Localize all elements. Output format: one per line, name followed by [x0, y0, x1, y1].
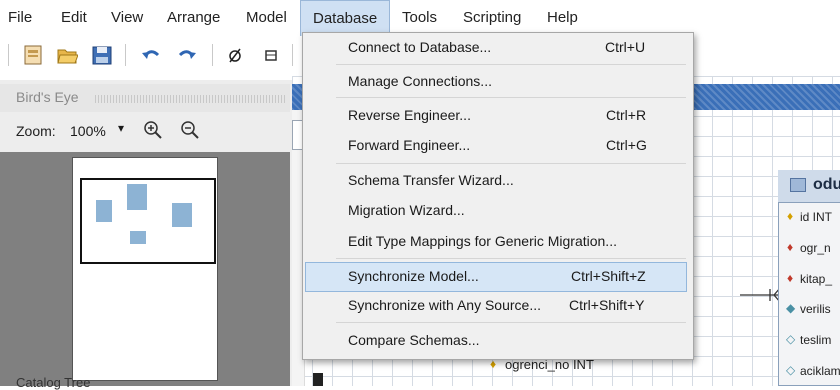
- menu-item-manage-connections[interactable]: Manage Connections...: [348, 73, 492, 89]
- null-toggle-icon[interactable]: [224, 44, 246, 66]
- overview-viewport[interactable]: [80, 178, 216, 264]
- menu-item-forward-engineer[interactable]: Forward Engineer...: [348, 137, 470, 153]
- menu-view[interactable]: View: [111, 0, 143, 36]
- toolbar-separator: [8, 44, 9, 66]
- table-icon[interactable]: [260, 44, 282, 66]
- menu-divider: [336, 322, 686, 323]
- undo-icon[interactable]: [140, 44, 162, 66]
- table-icon: [790, 178, 806, 192]
- panel-grip[interactable]: [95, 95, 285, 103]
- menu-item-connect-to-database[interactable]: Connect to Database...: [348, 39, 491, 55]
- toolbar-separator: [212, 44, 213, 66]
- menu-divider: [336, 163, 686, 164]
- menu-divider: [336, 258, 686, 259]
- menu-item-compare-schemas[interactable]: Compare Schemas...: [348, 332, 480, 348]
- table-column[interactable]: id INT: [800, 210, 832, 224]
- zoom-in-icon[interactable]: [143, 120, 163, 140]
- menu-divider: [336, 97, 686, 98]
- menu-item-schema-transfer-wizard[interactable]: Schema Transfer Wizard...: [348, 172, 514, 188]
- primary-key-icon: ♦: [787, 209, 794, 223]
- shortcut-label: Ctrl+Shift+Y: [569, 297, 645, 313]
- shortcut-label: Ctrl+G: [606, 137, 647, 153]
- table-column[interactable]: aciklam: [800, 364, 840, 378]
- shortcut-label: Ctrl+R: [606, 107, 647, 123]
- menu-item-edit-type-mappings[interactable]: Edit Type Mappings for Generic Migration…: [348, 233, 617, 249]
- entity-table-name: odu: [813, 176, 840, 193]
- menu-item-reverse-engineer[interactable]: Reverse Engineer...: [348, 107, 471, 123]
- birds-eye-title: Bird's Eye: [16, 89, 79, 105]
- table-column[interactable]: ogr_n: [800, 241, 831, 255]
- chevron-down-icon[interactable]: ▾: [118, 121, 124, 135]
- foreign-key-icon: ♦: [787, 271, 794, 285]
- menu-database[interactable]: Database: [300, 0, 391, 36]
- table-column[interactable]: kitap_: [800, 272, 832, 286]
- table-column[interactable]: teslim: [800, 333, 831, 347]
- zoom-select[interactable]: 100%: [70, 123, 106, 139]
- toolbar-separator: [125, 44, 126, 66]
- shortcut-label: Ctrl+Shift+Z: [571, 268, 646, 284]
- menu-scripting[interactable]: Scripting: [463, 0, 521, 36]
- menu-divider: [336, 64, 686, 65]
- toolbar-separator: [292, 44, 293, 66]
- menu-model[interactable]: Model: [246, 0, 287, 36]
- lock-icon[interactable]: [313, 373, 323, 386]
- shortcut-label: Ctrl+U: [605, 39, 646, 55]
- menu-help[interactable]: Help: [547, 0, 578, 36]
- attribute-filled-icon: ◆: [786, 301, 796, 315]
- open-folder-icon[interactable]: [56, 44, 79, 66]
- menu-file[interactable]: File: [8, 0, 32, 36]
- save-icon[interactable]: [91, 44, 113, 66]
- zoom-out-icon[interactable]: [180, 120, 200, 140]
- relationship-connector[interactable]: [740, 280, 780, 310]
- catalog-tree-label: Catalog Tree: [16, 375, 91, 390]
- menu-arrange[interactable]: Arrange: [167, 0, 220, 36]
- new-document-icon[interactable]: [22, 44, 44, 66]
- table-column[interactable]: verilis: [800, 302, 831, 316]
- menu-tools[interactable]: Tools: [402, 0, 437, 36]
- attribute-empty-icon: ◇: [786, 363, 796, 377]
- menu-edit[interactable]: Edit: [61, 0, 87, 36]
- redo-icon[interactable]: [176, 44, 198, 66]
- attribute-empty-icon: ◇: [786, 332, 796, 346]
- menu-item-migration-wizard[interactable]: Migration Wizard...: [348, 202, 465, 218]
- menu-item-synchronize-any-source[interactable]: Synchronize with Any Source...: [348, 297, 541, 313]
- menu-item-synchronize-model[interactable]: Synchronize Model...: [348, 268, 479, 284]
- zoom-label: Zoom:: [16, 123, 56, 139]
- foreign-key-icon: ♦: [787, 240, 794, 254]
